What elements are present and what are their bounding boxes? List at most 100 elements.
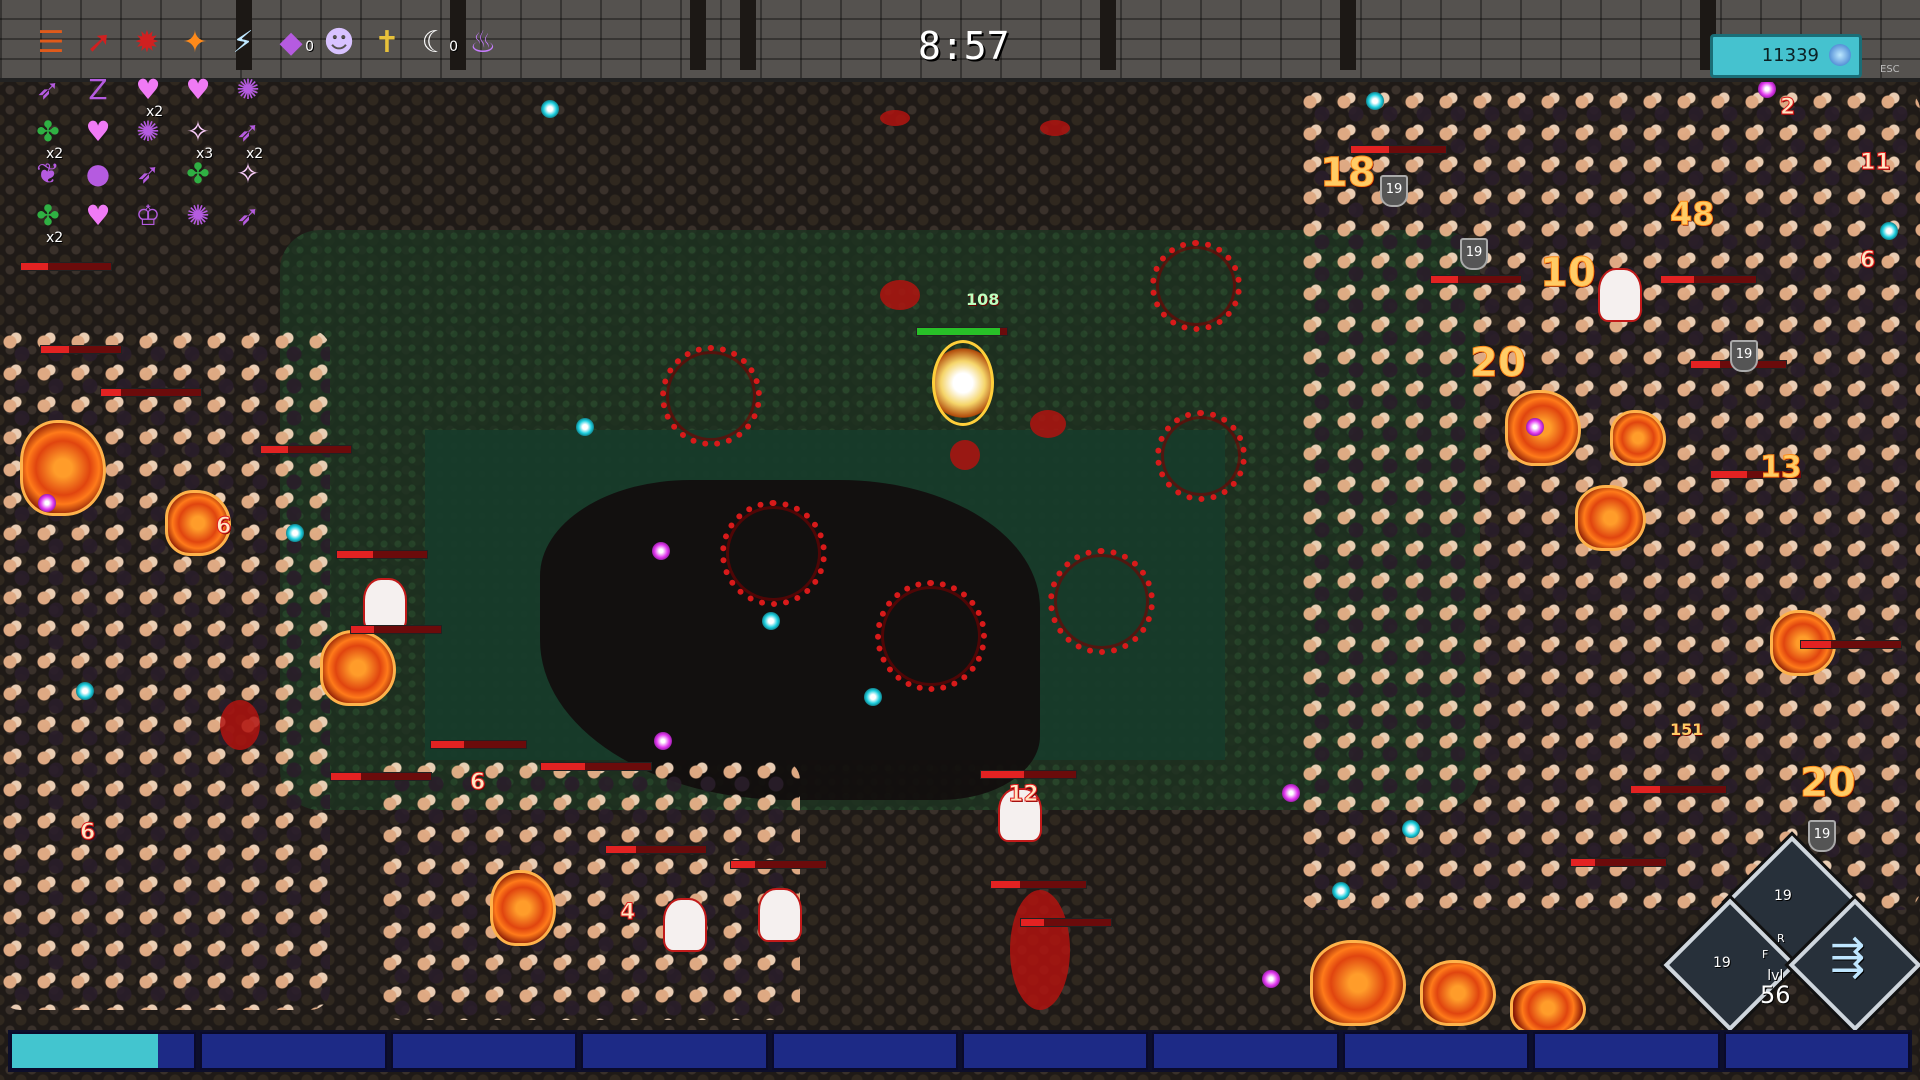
xp-bar-segment: [10, 1032, 197, 1070]
xp-bar-fill: [12, 1034, 158, 1068]
esc-pause-hint[interactable]: ESC: [1880, 64, 1900, 75]
blood-ring-weapon: [660, 345, 762, 447]
damage-number: 10: [1540, 250, 1597, 297]
green-clover-icon: ✤ x2: [30, 114, 66, 162]
weapon-slots: ☰ ➚ ✹ ✦ ⚡ ◆ 0 ☻ ✝ ☾ 0 ♨: [30, 22, 504, 64]
blood-cluster-icon: ✹: [126, 22, 168, 64]
sparkle-icon: ✧: [230, 156, 266, 192]
ghost-enemy: [760, 890, 800, 940]
pink-candle-icon: ❦: [30, 156, 66, 192]
gear-icon: ✺: [180, 198, 216, 234]
passive-glyph: ♥: [85, 199, 111, 232]
xp-gem: [1402, 820, 1420, 838]
weapon-glyph: ✦: [182, 25, 208, 60]
coin-icon: [1829, 44, 1851, 66]
player-health-bar: [916, 327, 1008, 336]
xp-bar-segment: [390, 1032, 578, 1070]
passive-glyph: ♥: [85, 115, 111, 148]
enemy-health-bar: [1660, 275, 1757, 284]
golden-cross-icon: ✝: [366, 22, 408, 64]
moon-icon: ☾ 0: [414, 22, 458, 64]
heart-icon: ♥ x2: [130, 72, 166, 120]
fire-blob: [20, 420, 106, 516]
wall-pillar: [690, 0, 706, 70]
blood-splatter: [880, 110, 910, 126]
damage-number: 108: [966, 290, 1000, 309]
damage-number: 4: [619, 900, 636, 926]
magic-orb: [1262, 970, 1280, 988]
passive-glyph: ✧: [236, 157, 260, 190]
xp-bar-segment: [200, 1032, 387, 1070]
magic-orb: [654, 732, 672, 750]
enemy-health-bar: [330, 772, 432, 781]
passive-glyph: ➶: [36, 73, 60, 106]
crown-icon: ♔: [130, 198, 166, 234]
lantern-icon: ♨: [462, 22, 504, 64]
lightning-icon: ⚡: [222, 22, 264, 64]
enemy-health-bar: [605, 845, 707, 854]
player-level: lvl 56: [1760, 968, 1791, 1007]
heart-icon: ♥: [180, 72, 216, 108]
blood-ring-weapon: [1048, 548, 1155, 655]
wall-pillar: [740, 0, 756, 70]
skill-key-f: F: [1762, 948, 1769, 961]
ghost-enemy: [665, 900, 705, 950]
damage-number: 6: [215, 514, 232, 540]
enemy-health-bar: [20, 262, 112, 271]
weapon-glyph: ☾: [421, 25, 449, 60]
enemy-health-bar: [1020, 918, 1112, 927]
passive-glyph: ✺: [236, 73, 260, 106]
wall-pillar: [1340, 0, 1356, 70]
xp-gem: [541, 100, 559, 118]
passive-glyph: ❦: [36, 157, 60, 190]
fire-blob: [490, 870, 556, 946]
enemy-horde-bottom: [380, 760, 800, 1020]
damage-number: 20: [1800, 760, 1857, 807]
magic-orb: [38, 494, 56, 512]
enemy-health-bar: [1430, 275, 1522, 284]
gold-amount: 11339: [1761, 45, 1819, 66]
magic-orb: [1526, 418, 1544, 436]
xp-bar-segment: [771, 1032, 959, 1070]
passive-glyph: ➶: [236, 199, 260, 232]
blood-ring-weapon: [1150, 240, 1242, 332]
xp-gem: [864, 688, 882, 706]
purple-arrow-icon: ➶: [130, 156, 166, 192]
passive-glyph: ●: [85, 157, 111, 190]
passive-glyph: ✤: [186, 157, 210, 190]
blood-splatter: [1010, 890, 1070, 1010]
fire-blob: [1510, 980, 1586, 1036]
skull-mask-icon: ☻: [318, 22, 360, 64]
dash-arrows-icon: ⇶: [1830, 932, 1866, 981]
blood-ring-weapon: [720, 500, 827, 607]
enemy-health-bar: [336, 550, 428, 559]
blood-splatter: [1040, 120, 1070, 136]
blood-splatter: [950, 440, 980, 470]
blood-splatter: [220, 700, 260, 750]
passive-glyph: ✺: [136, 115, 160, 148]
damage-number: 151: [1670, 720, 1704, 739]
blood-ring-weapon: [875, 580, 987, 692]
whip-icon: ☰: [30, 22, 72, 64]
enemy-health-bar: [260, 445, 352, 454]
fire-blob: [1420, 960, 1496, 1026]
enemy-health-bar: [1800, 640, 1902, 649]
player-character: [932, 340, 994, 426]
xp-bar-segment: [1342, 1032, 1530, 1070]
weapon-glyph: ☰: [37, 25, 65, 60]
blood-splatter: [1030, 410, 1066, 438]
damage-number: 2: [1779, 95, 1796, 121]
purple-z-icon: Z: [80, 72, 116, 108]
sparkle-icon: ✧ x3: [180, 114, 216, 162]
enemy-health-bar: [1630, 785, 1727, 794]
purple-gem-icon: ◆ 0: [270, 22, 314, 64]
experience-bar: [8, 1030, 1912, 1072]
green-clover-icon: ✤ x2: [30, 198, 66, 246]
xp-bar-segment: [1533, 1032, 1720, 1070]
blood-splatter: [880, 280, 920, 310]
xp-gem: [286, 524, 304, 542]
fire-wand-icon: ✦: [174, 22, 216, 64]
enemy-level-crest: 19: [1808, 820, 1836, 852]
xp-gem: [762, 612, 780, 630]
xp-bar-segment: [962, 1032, 1149, 1070]
